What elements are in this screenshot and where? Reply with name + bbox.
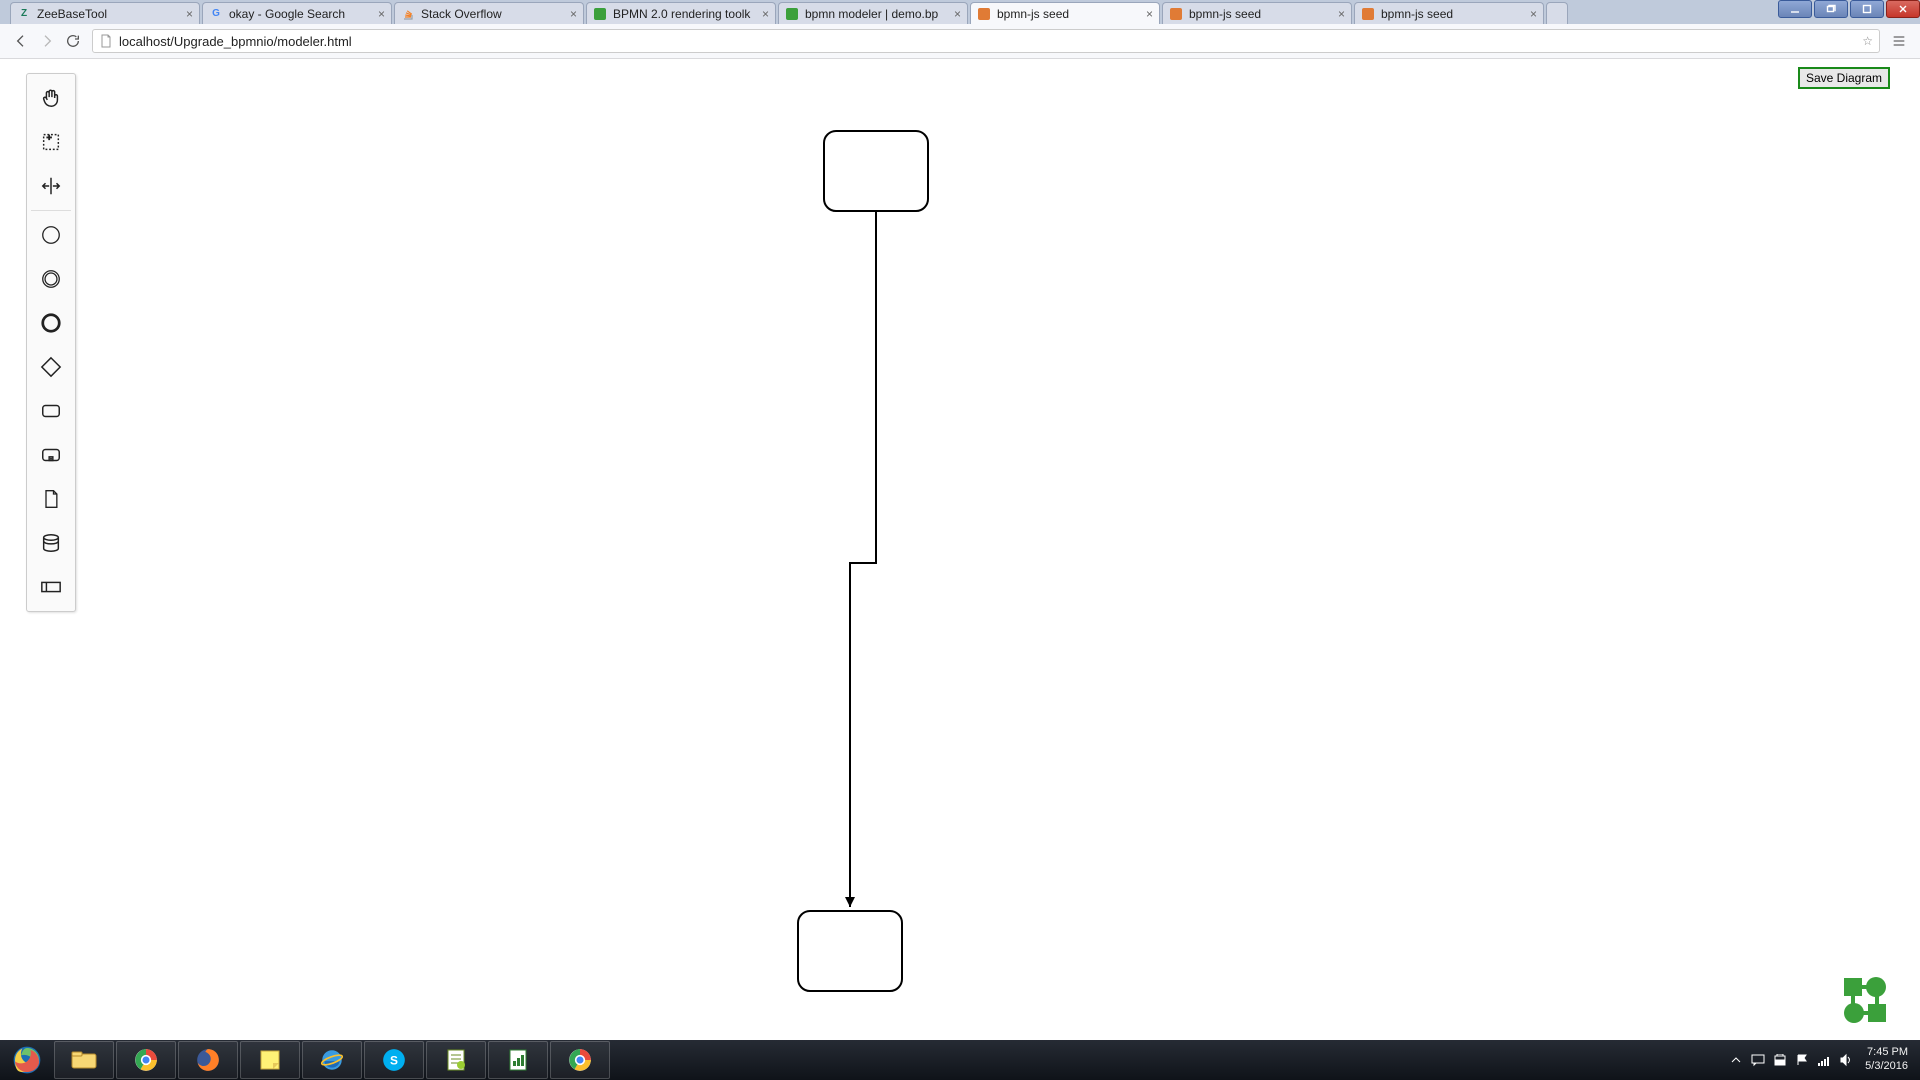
stackoverflow-favicon-icon — [401, 7, 415, 21]
bpmnjs-favicon-icon — [977, 7, 991, 21]
tab-label: ZeeBaseTool — [37, 7, 182, 21]
browser-tab[interactable]: Z ZeeBaseTool × — [10, 2, 200, 24]
close-window-button[interactable] — [1886, 0, 1920, 18]
tray-flag-icon[interactable] — [1791, 1040, 1813, 1080]
google-favicon-icon: G — [209, 7, 223, 21]
bpmnjs-favicon-icon — [1361, 7, 1375, 21]
diagram-canvas[interactable] — [0, 59, 1920, 1040]
browser-tab[interactable]: BPMN 2.0 rendering toolk × — [586, 2, 776, 24]
browser-tab-active[interactable]: bpmn-js seed × — [970, 2, 1160, 24]
close-icon[interactable]: × — [570, 7, 577, 21]
tray-action-center-icon[interactable] — [1747, 1040, 1769, 1080]
window-controls — [1776, 0, 1920, 24]
browser-tab[interactable]: bpmn-js seed × — [1354, 2, 1544, 24]
bpmnio-favicon-icon — [785, 7, 799, 21]
close-icon[interactable]: × — [1530, 7, 1537, 21]
taskbar-stickynotes-icon[interactable] — [240, 1041, 300, 1079]
browser-tabstrip: Z ZeeBaseTool × G okay - Google Search ×… — [0, 0, 1920, 24]
tray-volume-icon[interactable] — [1835, 1040, 1857, 1080]
page-icon — [99, 34, 113, 48]
tray-chevron-up-icon[interactable] — [1725, 1040, 1747, 1080]
tab-label: bpmn-js seed — [1189, 7, 1334, 21]
browser-tab[interactable]: Stack Overflow × — [394, 2, 584, 24]
maximize-button[interactable] — [1850, 0, 1884, 18]
taskbar-firefox-icon[interactable] — [178, 1041, 238, 1079]
tab-label: BPMN 2.0 rendering toolk — [613, 7, 758, 21]
system-tray: 7:45 PM 5/3/2016 — [1721, 1040, 1920, 1080]
taskbar-chrome-icon[interactable] — [116, 1041, 176, 1079]
back-button[interactable] — [8, 28, 34, 54]
address-bar[interactable]: ☆ — [92, 29, 1880, 53]
browser-tab[interactable]: bpmn modeler | demo.bp × — [778, 2, 968, 24]
bpmn-task-shape[interactable] — [798, 911, 902, 991]
tab-label: bpmn modeler | demo.bp — [805, 7, 950, 21]
bookmark-star-icon[interactable]: ☆ — [1862, 34, 1873, 48]
taskbar-explorer-icon[interactable] — [54, 1041, 114, 1079]
url-input[interactable] — [119, 34, 1862, 49]
tray-battery-icon[interactable] — [1769, 1040, 1791, 1080]
close-icon[interactable]: × — [1146, 7, 1153, 21]
tab-label: okay - Google Search — [229, 7, 374, 21]
tray-clock[interactable]: 7:45 PM 5/3/2016 — [1857, 1046, 1916, 1074]
tab-label: bpmn-js seed — [997, 7, 1142, 21]
tray-network-icon[interactable] — [1813, 1040, 1835, 1080]
bpmn-sequence-flow[interactable] — [850, 211, 876, 907]
close-icon[interactable]: × — [1338, 7, 1345, 21]
forward-button[interactable] — [34, 28, 60, 54]
zeebase-favicon-icon: Z — [17, 7, 31, 21]
minimize-button[interactable] — [1778, 0, 1812, 18]
bpmnio-favicon-icon — [593, 7, 607, 21]
browser-tab[interactable]: G okay - Google Search × — [202, 2, 392, 24]
bpmnjs-favicon-icon — [1169, 7, 1183, 21]
tab-label: Stack Overflow — [421, 7, 566, 21]
close-icon[interactable]: × — [762, 7, 769, 21]
taskbar-ie-icon[interactable] — [302, 1041, 362, 1079]
new-tab-button[interactable] — [1546, 2, 1568, 24]
svg-text:S: S — [390, 1053, 398, 1067]
close-icon[interactable]: × — [954, 7, 961, 21]
tab-label: bpmn-js seed — [1381, 7, 1526, 21]
arrowhead-icon — [845, 897, 855, 907]
browser-tab[interactable]: bpmn-js seed × — [1162, 2, 1352, 24]
clock-date: 5/3/2016 — [1865, 1060, 1908, 1074]
close-icon[interactable]: × — [378, 7, 385, 21]
chrome-menu-button[interactable] — [1886, 28, 1912, 54]
taskbar-notepadpp-icon[interactable] — [426, 1041, 486, 1079]
page-content: Save Diagram — [0, 59, 1920, 1040]
clock-time: 7:45 PM — [1865, 1046, 1908, 1060]
browser-toolbar: ☆ — [0, 24, 1920, 59]
taskbar-libreoffice-icon[interactable] — [488, 1041, 548, 1079]
restore-button[interactable] — [1814, 0, 1848, 18]
bpmnio-logo-icon[interactable] — [1842, 976, 1890, 1024]
start-button[interactable] — [0, 1040, 54, 1080]
taskbar-chrome2-icon[interactable] — [550, 1041, 610, 1079]
close-icon[interactable]: × — [186, 7, 193, 21]
reload-button[interactable] — [60, 28, 86, 54]
taskbar-skype-icon[interactable]: S — [364, 1041, 424, 1079]
bpmn-task-shape[interactable] — [824, 131, 928, 211]
windows-taskbar: S 7:45 PM 5/3/2016 — [0, 1040, 1920, 1080]
